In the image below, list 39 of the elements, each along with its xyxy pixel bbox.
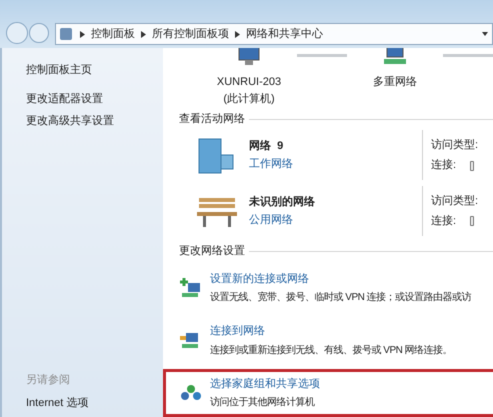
- chevron-icon[interactable]: [80, 30, 85, 38]
- task-description: 连接到或重新连接到无线、有线、拨号或 VPN 网络连接。: [210, 344, 452, 358]
- address-bar[interactable]: 控制面板 所有控制面板项 网络和共享中心: [55, 23, 493, 45]
- connection-icon: [470, 160, 474, 171]
- connection-icon: [470, 216, 474, 226]
- network-name: 网络 9: [249, 138, 284, 154]
- dropdown-icon[interactable]: [482, 32, 488, 36]
- task-link[interactable]: 连接到网络: [210, 323, 452, 340]
- see-also-heading: 另请参阅: [26, 373, 71, 388]
- breadcrumb[interactable]: 控制面板: [91, 26, 135, 42]
- task-description: 访问位于其他网络计算机: [210, 396, 316, 410]
- computer-icon: [236, 48, 262, 66]
- chevron-icon[interactable]: [235, 30, 240, 38]
- chevron-icon[interactable]: [141, 30, 146, 38]
- breadcrumb[interactable]: 所有控制面板项: [152, 26, 229, 42]
- computer-caption: (此计算机): [223, 92, 275, 106]
- connection-label: 连接:: [431, 214, 456, 230]
- network-type-link[interactable]: 工作网络: [249, 156, 293, 173]
- new-connection-icon: [180, 278, 202, 298]
- breadcrumb[interactable]: 网络和共享中心: [246, 26, 323, 42]
- network-type-link[interactable]: 公用网络: [249, 212, 315, 229]
- control-panel-icon: [60, 28, 72, 40]
- section-heading: 查看活动网络: [179, 112, 245, 127]
- computer-name: XUNRUI-203: [216, 75, 282, 90]
- homegroup-icon: [180, 384, 202, 402]
- task-link[interactable]: 设置新的连接或网络: [210, 270, 472, 287]
- sidebar-link[interactable]: 更改高级共享设置: [26, 113, 163, 130]
- connection-label: 连接:: [431, 158, 456, 174]
- sidebar-link[interactable]: 控制面板主页: [26, 62, 163, 78]
- section-heading: 更改网络设置: [179, 244, 245, 259]
- sidebar-link[interactable]: Internet 选项: [26, 394, 163, 411]
- access-type-label: 访问类型:: [431, 194, 478, 209]
- sidebar-link[interactable]: 更改适配器设置: [26, 90, 163, 107]
- network-icon: [382, 48, 408, 66]
- task-description: 设置无线、宽带、拨号、临时或 VPN 连接；或设置路由器或访: [210, 290, 472, 305]
- access-type-label: 访问类型:: [431, 138, 478, 153]
- computer-name: 多重网络: [373, 75, 417, 90]
- task-link[interactable]: 选择家庭组和共享选项: [210, 376, 320, 392]
- network-name: 未识别的网络: [249, 194, 315, 210]
